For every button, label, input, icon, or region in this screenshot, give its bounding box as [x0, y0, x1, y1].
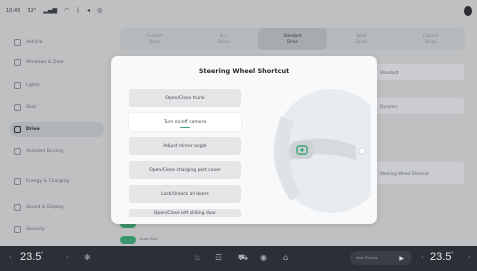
home-icon[interactable]: ⌂	[283, 254, 288, 262]
chevron-right-icon[interactable]: ›	[66, 254, 69, 261]
media-player[interactable]: Now Playing ▶	[350, 251, 412, 265]
option-charging-port[interactable]: Open/Close charging port cover	[129, 161, 241, 179]
defrost-icon[interactable]: ☲	[215, 254, 222, 262]
chevron-left-icon[interactable]: ‹	[421, 254, 424, 261]
play-icon[interactable]: ▶	[399, 255, 404, 262]
fan-icon[interactable]: ✻	[84, 254, 91, 262]
chevron-left-icon[interactable]: ‹	[9, 254, 12, 261]
option-camera[interactable]: Turn on/off camera	[129, 113, 241, 131]
option-mirror[interactable]: Adjust mirror angle	[129, 137, 241, 155]
option-sliding-door[interactable]: Open/Close left sliding door	[129, 209, 241, 217]
passenger-temp[interactable]: 23.5°	[430, 251, 453, 263]
seat-heat-icon[interactable]: ♨	[194, 254, 201, 262]
option-lock-doors[interactable]: Lock/Unlock all doors	[129, 185, 241, 203]
option-trunk[interactable]: Open/Close trunk	[129, 89, 241, 107]
steering-heat-icon[interactable]: ◉	[260, 254, 267, 262]
car-icon[interactable]: ⛟	[238, 254, 248, 262]
steering-shortcut-dialog: Steering Wheel Shortcut Open/Close trunk…	[111, 56, 377, 224]
bottom-dock: ‹ 23.5° › ✻ ♨ ☲ ⛟ ◉ ⌂ Now Playing ▶ ‹ 23…	[0, 246, 477, 271]
dialog-title: Steering Wheel Shortcut	[198, 67, 290, 75]
steering-wheel-illustration	[273, 89, 371, 213]
driver-temp[interactable]: 23.5°	[20, 251, 43, 263]
chevron-right-icon[interactable]: ›	[468, 254, 471, 261]
